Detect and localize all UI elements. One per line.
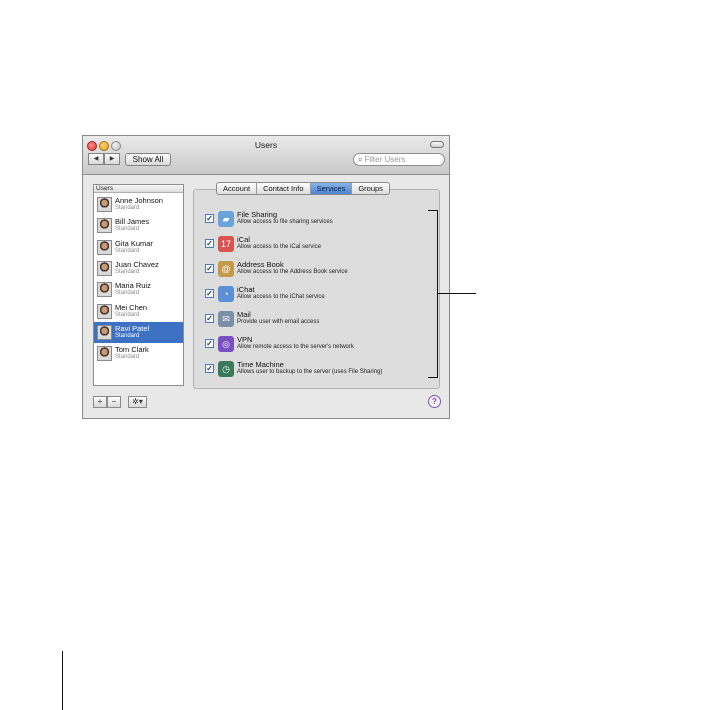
user-avatar [97,282,112,298]
service-description: Allow remote access to the server's netw… [237,344,354,350]
user-row[interactable]: Mei Chen Standard [94,301,183,322]
callout-line [438,293,476,294]
user-role: Standard [115,354,140,361]
users-list[interactable]: Users Anne Johnson Standard Bill James Stan… [93,184,184,386]
magnifier-icon: ⌕ [358,155,363,164]
service-description: Allows user to backup to the server (use… [237,369,383,375]
service-name: Mail [237,310,251,319]
vpn-icon: ◎ [218,336,234,352]
help-button[interactable]: ? [428,395,441,408]
tab-bar: Account Contact Info Services Groups [216,182,390,195]
user-row[interactable]: Bill James Standard [94,215,183,236]
user-row[interactable]: Anne Johnson Standard [94,194,183,215]
user-row[interactable]: Gita Kumar Standard [94,237,183,258]
user-role: Standard [115,311,140,318]
service-name: VPN [237,335,253,344]
tab-services[interactable]: Services [310,183,353,194]
user-role: Standard [115,268,140,275]
user-avatar [97,346,112,362]
time-machine-icon: ◷ [218,361,234,377]
action-menu-button[interactable]: ✲▾ [128,396,147,408]
user-row[interactable]: Tom Clark Standard [94,343,183,364]
user-row[interactable]: Ravi Patel Standard [94,321,183,343]
service-description: Allow access to the iChat service [237,294,325,300]
show-all-button[interactable]: Show All [125,153,171,166]
user-name: Maria Ruiz [115,281,151,291]
user-row[interactable]: Juan Chavez Standard [94,258,183,279]
service-row: ✓ ✉ Mail Provide user with email access [205,310,435,335]
window-title: Users [254,140,278,150]
service-name: File Sharing [237,210,278,219]
users-window: Users ◀ ▶ Show All ⌕ Filter Users Users A… [82,135,450,419]
service-row: ✓ 17 iCal Allow access to the iCal service [205,235,435,260]
service-name: iChat [237,285,255,294]
address-book-icon: @ [218,261,234,277]
remove-user-button[interactable]: − [107,396,121,408]
service-description: Allow access to the Address Book service [237,269,348,275]
user-role: Standard [115,226,140,233]
service-row: ✓ ◷ Time Machine Allows user to backup to t… [205,360,435,385]
user-name: Mei Chen [115,302,148,312]
service-checkbox[interactable]: ✓ [205,364,214,373]
search-placeholder: Filter Users [364,155,406,164]
calendar-icon: 17 [218,236,234,252]
tab-contact-info[interactable]: Contact Info [257,183,311,194]
user-avatar [97,324,112,340]
service-description: Provide user with email access [237,319,320,325]
service-row: ✓ @ Address Book Allow access to the Addres… [205,260,435,285]
services-bracket [428,210,438,378]
add-user-button[interactable]: + [93,396,107,408]
user-name: Tom Clark [115,345,149,355]
service-name: Time Machine [237,360,284,369]
user-name: Bill James [115,217,150,227]
user-avatar [97,239,112,255]
service-checkbox[interactable]: ✓ [205,239,214,248]
page-margin-line [62,651,63,710]
tab-groups[interactable]: Groups [352,183,389,194]
user-row[interactable]: Maria Ruiz Standard [94,279,183,300]
folder-icon: ▰ [218,211,234,227]
title-bar: Users ◀ ▶ Show All ⌕ Filter Users [83,136,449,175]
user-role: Standard [115,247,140,254]
service-name: iCal [237,235,250,244]
user-name: Anne Johnson [115,196,163,205]
back-button[interactable]: ◀ [88,153,104,165]
filter-users-search-field[interactable]: ⌕ Filter Users [353,153,445,166]
service-checkbox[interactable]: ✓ [205,214,214,223]
service-description: Allow access to the iCal service [237,244,322,250]
forward-button[interactable]: ▶ [104,153,120,165]
service-checkbox[interactable]: ✓ [205,339,214,348]
service-row: ✓ ◎ VPN Allow remote access to the server's… [205,335,435,360]
service-checkbox[interactable]: ✓ [205,289,214,298]
users-list-header: Users [94,185,183,193]
user-avatar [97,303,112,319]
user-avatar [97,197,112,212]
service-row: ✓ ▰ File Sharing Allow access to file shari… [205,210,435,235]
user-name: Juan Chavez [115,259,159,269]
user-role: Standard [115,290,140,297]
user-name: Ravi Patel [115,323,150,333]
user-name: Gita Kumar [115,238,153,248]
toolbar-toggle-button[interactable] [430,141,444,148]
tab-account[interactable]: Account [217,183,258,194]
user-role: Standard [115,332,140,339]
service-checkbox[interactable]: ✓ [205,264,214,273]
chat-bubble-icon: ◔ [218,286,234,302]
user-avatar [97,260,112,276]
service-description: Allow access to file sharing services [237,219,333,225]
service-name: Address Book [237,260,284,269]
service-checkbox[interactable]: ✓ [205,314,214,323]
mail-icon: ✉ [218,311,234,327]
user-avatar [97,218,112,234]
service-row: ✓ ◔ iChat Allow access to the iChat service [205,285,435,310]
user-role: Standard [115,205,140,211]
